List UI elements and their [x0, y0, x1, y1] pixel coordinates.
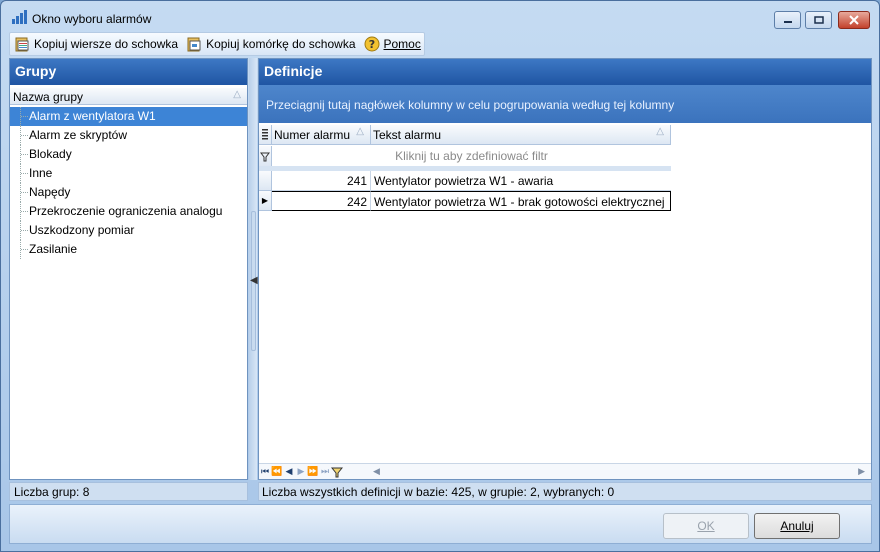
group-name-column-header[interactable]: Nazwa grupy △ [10, 88, 247, 105]
sort-icon: △ [233, 89, 241, 100]
group-by-area[interactable]: Przeciągnij tutaj nagłówek kolumny w cel… [259, 85, 871, 123]
table-row[interactable]: 241 Wentylator powietrza W1 - awaria [259, 171, 671, 191]
filter-icon [259, 146, 272, 166]
scroll-right-icon[interactable]: ▶ [858, 466, 865, 477]
alarm-text-column-header[interactable]: Tekst alarmu △ [371, 125, 671, 145]
group-tree-item[interactable]: Inne [10, 164, 247, 183]
tree-connector [21, 249, 28, 250]
filter-row[interactable]: Kliknij tu aby zdefiniować filtr [259, 146, 671, 166]
tree-connector [21, 230, 28, 231]
column-chooser-icon[interactable] [259, 125, 272, 145]
filter-hint[interactable]: Kliknij tu aby zdefiniować filtr [272, 146, 671, 166]
group-tree-item-label: Blokady [29, 147, 72, 161]
close-button[interactable] [838, 11, 870, 29]
group-tree-item-label: Alarm z wentylatora W1 [29, 109, 156, 123]
clipboard-icon [15, 37, 29, 52]
previous-record-icon[interactable]: ◀ [283, 465, 295, 479]
dialog-footer: OK Anuluj [9, 504, 872, 544]
signal-bars-icon [12, 10, 27, 24]
column-chooser-glyph [262, 129, 268, 140]
group-tree-item[interactable]: Napędy [10, 183, 247, 202]
filter-editor-icon[interactable] [331, 465, 343, 479]
filter-glyph [260, 152, 270, 162]
window-title: Okno wyboru alarmów [32, 12, 152, 26]
definitions-status: Liczba wszystkich definicji w bazie: 425… [258, 482, 872, 501]
group-tree-item-label: Napędy [29, 185, 71, 199]
group-name-column-label: Nazwa grupy [13, 90, 84, 104]
alarm-text-column-label: Tekst alarmu [373, 128, 442, 142]
groups-panel: Grupy Nazwa grupy △ Alarm z wentylatora … [9, 58, 248, 480]
group-tree-item[interactable]: Uszkodzony pomiar [10, 221, 247, 240]
maximize-icon [813, 16, 824, 24]
group-tree-item[interactable]: Blokady [10, 145, 247, 164]
toolbar: Kopiuj wiersze do schowka Kopiuj komórkę… [9, 32, 425, 56]
tree-connector [21, 154, 28, 155]
groups-header: Grupy [10, 59, 247, 85]
tree-connector [21, 211, 28, 212]
title-bar: Okno wyboru alarmów [1, 1, 879, 31]
alarm-text-cell[interactable]: Wentylator powietrza W1 - awaria [371, 171, 671, 191]
group-tree-item[interactable]: Alarm z wentylatora W1 [10, 107, 247, 126]
group-tree-item[interactable]: Alarm ze skryptów [10, 126, 247, 145]
grid-navigator: ⏮ ⏪ ◀ ▶ ⏩ ⏭ ◀ ▶ [259, 463, 871, 479]
table-row[interactable]: ▶ 242 Wentylator powietrza W1 - brak gotow… [259, 191, 671, 211]
group-tree-item[interactable]: Przekroczenie ograniczenia analogu [10, 202, 247, 221]
tree-connector [21, 135, 28, 136]
tree-connector [21, 116, 28, 117]
tree-connector [21, 173, 28, 174]
next-record-icon[interactable]: ▶ [295, 465, 307, 479]
alarm-number-cell[interactable]: 241 [272, 171, 371, 191]
help-button[interactable]: ? Pomoc [364, 36, 421, 52]
cancel-button[interactable]: Anuluj [754, 513, 840, 539]
ok-button[interactable]: OK [663, 513, 749, 539]
first-page-icon[interactable]: ⏮ [259, 465, 271, 479]
last-page-icon[interactable]: ⏭ [319, 465, 331, 479]
minimize-button[interactable] [774, 11, 801, 29]
horizontal-scrollbar[interactable]: ◀ ▶ [369, 464, 869, 479]
close-icon [849, 15, 859, 25]
groups-status: Liczba grup: 8 [9, 482, 248, 501]
svg-text:?: ? [368, 38, 374, 51]
copy-cell-label: Kopiuj komórkę do schowka [206, 37, 356, 51]
row-indicator[interactable] [259, 171, 272, 191]
alarm-number-cell[interactable]: 242 [272, 191, 371, 211]
definitions-panel: Definicje Przeciągnij tutaj nagłówek kol… [258, 58, 872, 480]
group-tree-item-label: Przekroczenie ograniczenia analogu [29, 204, 223, 218]
previous-page-icon[interactable]: ⏪ [271, 465, 283, 479]
definitions-header: Definicje [259, 59, 871, 85]
ok-label: OK [697, 519, 715, 533]
alarm-text-cell[interactable]: Wentylator powietrza W1 - brak gotowości… [371, 191, 671, 211]
group-tree-item[interactable]: Zasilanie [10, 240, 247, 259]
alarm-number-column-header[interactable]: Numer alarmu △ [272, 125, 371, 145]
sort-icon: △ [656, 126, 664, 137]
funnel-glyph [331, 467, 343, 477]
scroll-left-icon[interactable]: ◀ [373, 466, 380, 477]
alarm-selection-window: Okno wyboru alarmów Kopiuj wiersze do sc… [0, 0, 880, 552]
maximize-button[interactable] [805, 11, 832, 29]
alarm-number-column-label: Numer alarmu [274, 128, 351, 142]
group-tree-item-label: Alarm ze skryptów [29, 128, 128, 142]
minimize-icon [783, 21, 792, 23]
group-tree-item-label: Uszkodzony pomiar [29, 223, 135, 237]
group-tree-item-label: Zasilanie [29, 242, 78, 256]
collapse-arrow-icon[interactable]: ◀ [250, 275, 258, 286]
clipboard-icon [187, 37, 201, 52]
copy-cell-button[interactable]: Kopiuj komórkę do schowka [186, 36, 356, 52]
row-focus-indicator-icon[interactable]: ▶ [259, 191, 272, 211]
cancel-label: Anuluj [780, 519, 814, 533]
group-tree-item-label: Inne [29, 166, 53, 180]
help-label: Pomoc [383, 37, 421, 51]
copy-rows-button[interactable]: Kopiuj wiersze do schowka [14, 36, 178, 52]
sort-icon: △ [356, 126, 364, 137]
next-page-icon[interactable]: ⏩ [307, 465, 319, 479]
copy-rows-label: Kopiuj wiersze do schowka [34, 37, 179, 51]
grid-header-row: Numer alarmu △ Tekst alarmu △ [259, 125, 671, 145]
tree-connector [21, 192, 28, 193]
groups-tree: Alarm z wentylatora W1 Alarm ze skryptów B… [10, 107, 247, 259]
help-icon: ? [364, 36, 379, 52]
